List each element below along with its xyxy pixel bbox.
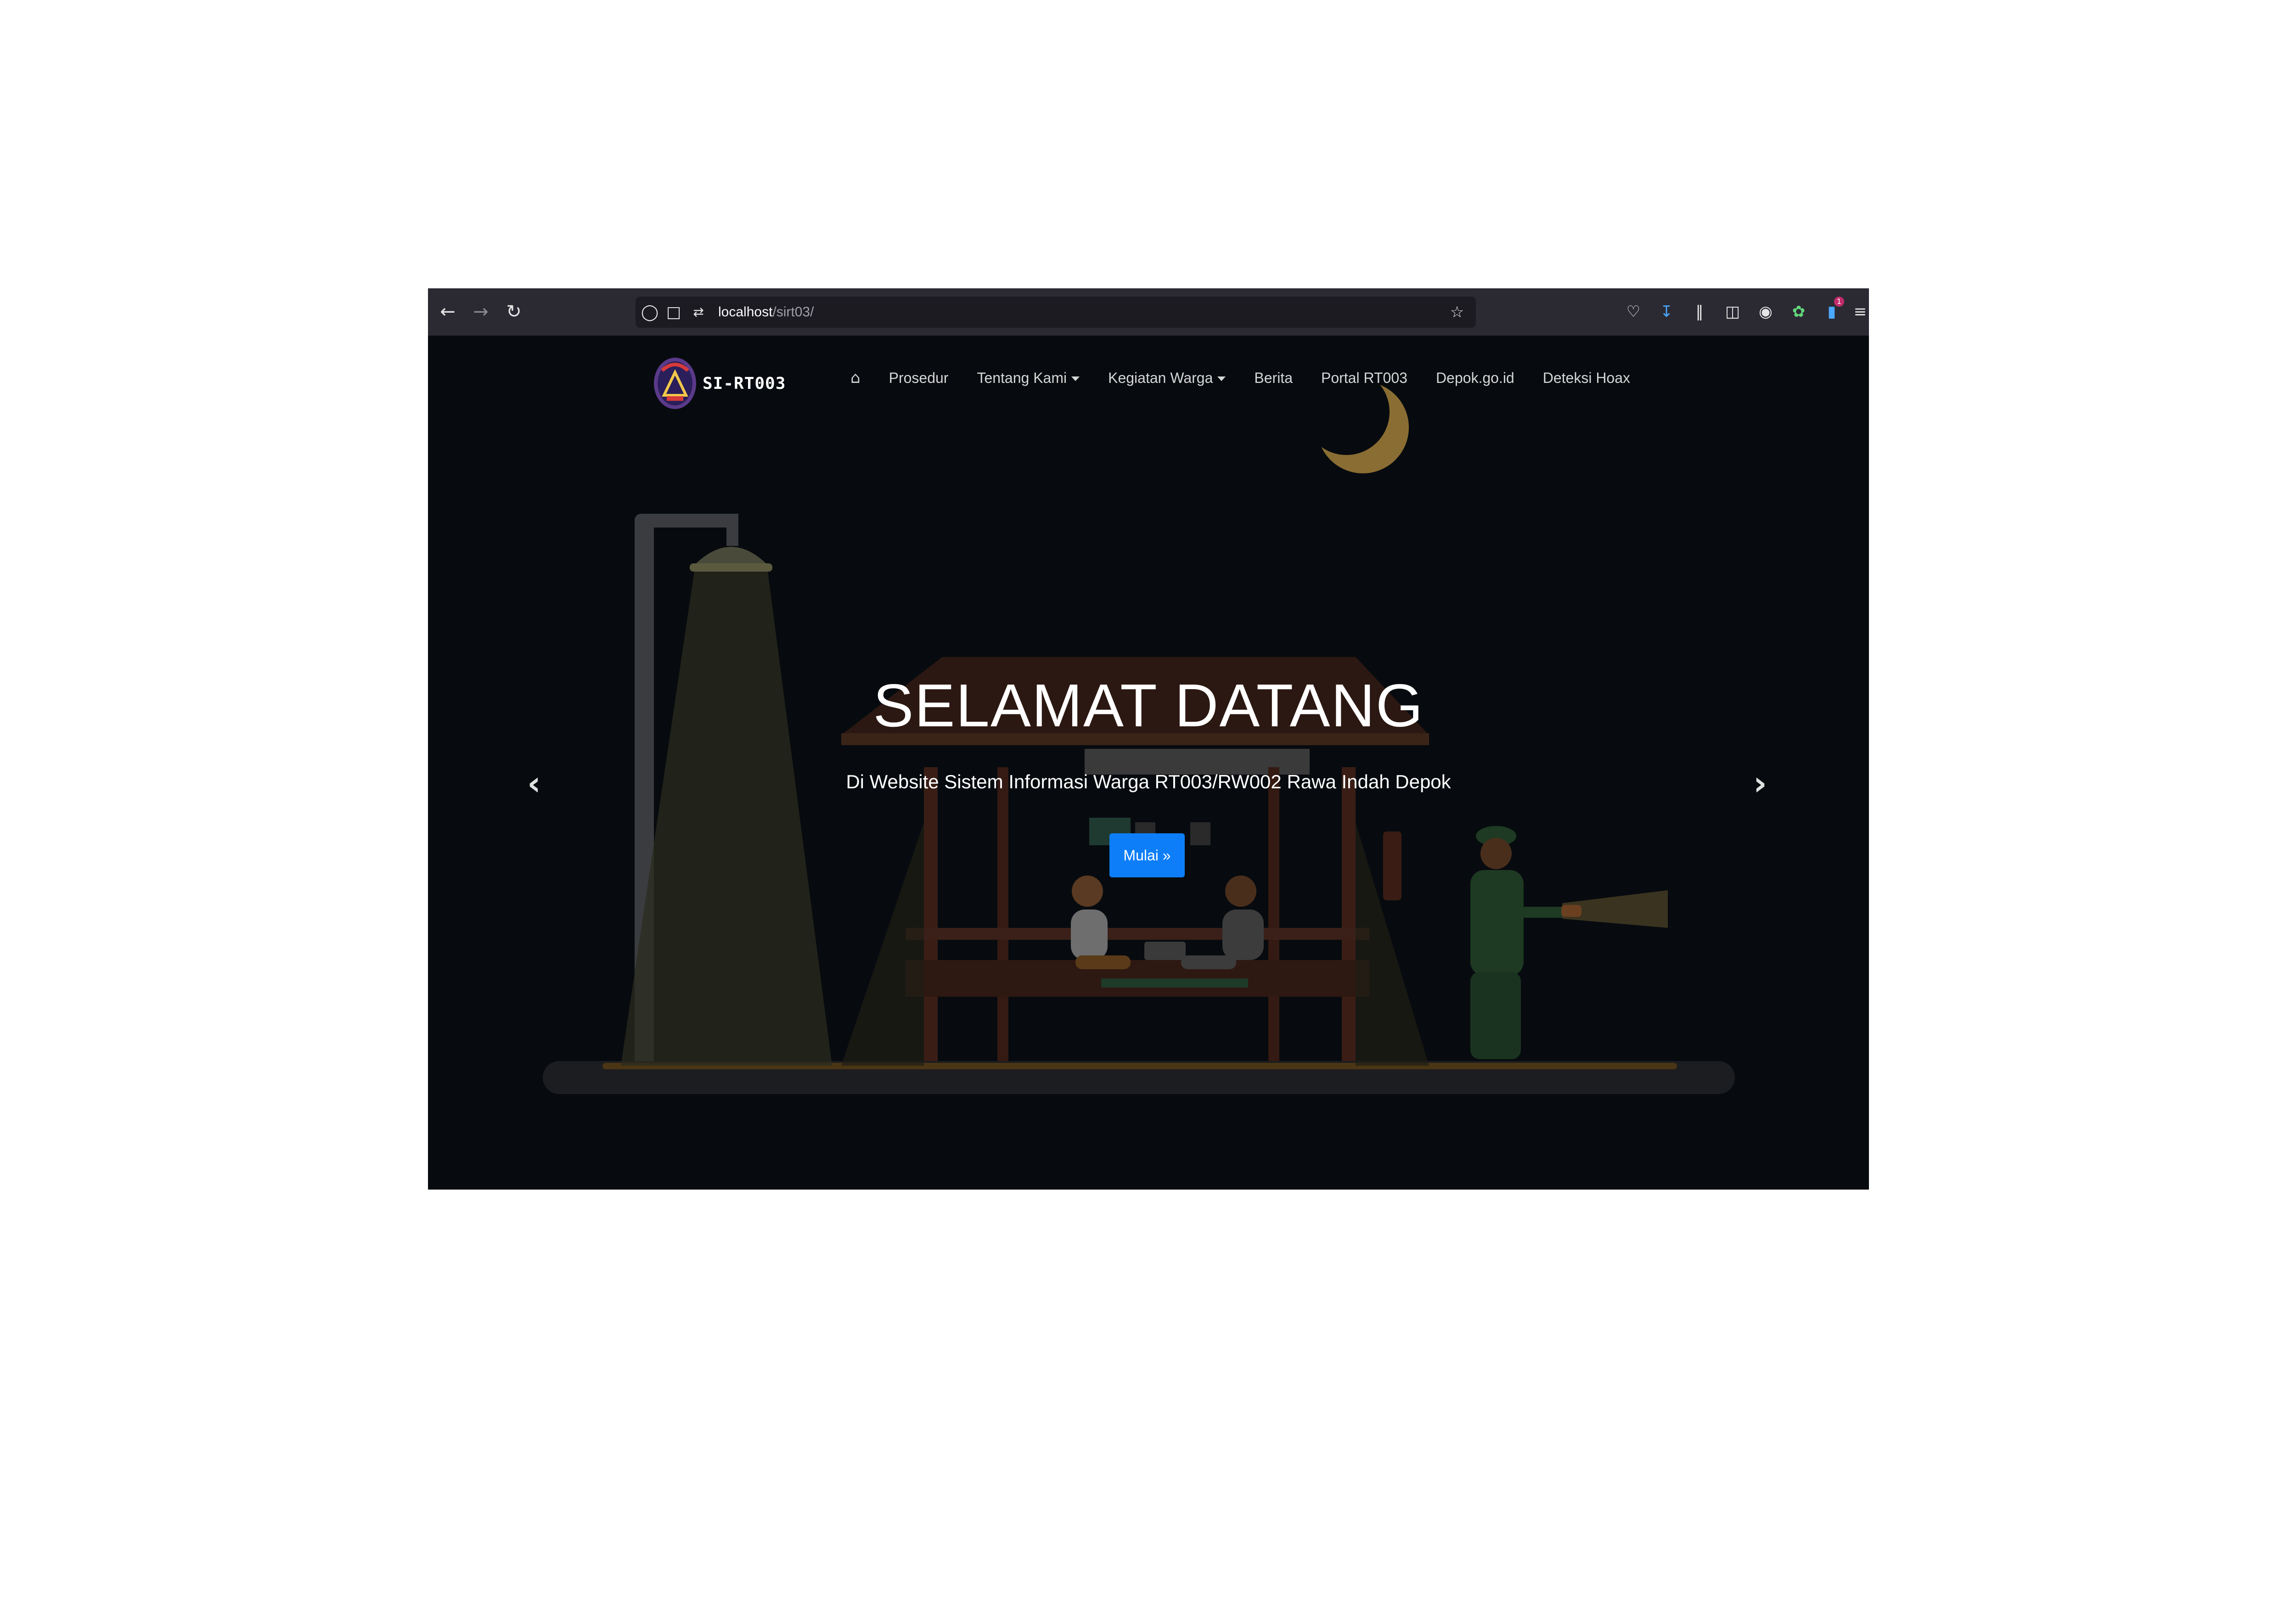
mulai-button[interactable]: Mulai »: [1109, 833, 1185, 877]
bookmark-star-icon[interactable]: ☆: [1446, 300, 1469, 324]
nav-portal-rt003[interactable]: Portal RT003: [1321, 370, 1407, 387]
carousel-next-icon[interactable]: ›: [1744, 763, 1776, 804]
web-page: SI-RT003 ⌂ Prosedur Tentang Kami Kegiata…: [428, 336, 1869, 1190]
nav-kegiatan-warga[interactable]: Kegiatan Warga: [1108, 370, 1226, 387]
nav-tentang-kami-label: Tentang Kami: [977, 369, 1067, 386]
nav-home-icon[interactable]: ⌂: [850, 369, 861, 387]
permissions-icon[interactable]: ⇄: [687, 300, 710, 324]
page-icon[interactable]: □: [662, 300, 685, 324]
download-icon[interactable]: ↧: [1655, 300, 1678, 323]
extension-mask-icon[interactable]: ◉: [1754, 300, 1777, 323]
extension-leaf-icon[interactable]: ✿: [1787, 300, 1810, 323]
pocket-icon[interactable]: ♡: [1622, 300, 1645, 323]
night-patrol-illustration: [543, 369, 1735, 1094]
extension-puzzle-icon[interactable]: ▮ 1: [1820, 297, 1844, 323]
sidebar-icon[interactable]: ◫: [1721, 300, 1744, 323]
library-icon[interactable]: ‖: [1688, 300, 1711, 323]
url-host: localhost: [718, 304, 773, 320]
nav-berita[interactable]: Berita: [1254, 370, 1293, 387]
caret-down-icon: [1217, 376, 1226, 382]
main-navigation: ⌂ Prosedur Tentang Kami Kegiatan Warga B…: [850, 369, 1630, 387]
browser-window: ← → ↻ ◯ □ ⇄ localhost/sirt03/ ☆ ♡ ↧ ‖ ◫ …: [428, 288, 1869, 1190]
brand-name: SI-RT003: [703, 374, 786, 393]
forward-arrow-icon[interactable]: →: [469, 300, 492, 323]
hero-subtitle: Di Website Sistem Informasi Warga RT003/…: [846, 771, 1451, 792]
hamburger-menu-icon[interactable]: ≡: [1849, 300, 1869, 323]
double-chevron-right-icon: »: [1162, 847, 1171, 864]
shield-icon[interactable]: ◯: [638, 300, 661, 324]
nav-prosedur[interactable]: Prosedur: [889, 370, 949, 387]
back-arrow-icon[interactable]: ←: [436, 300, 459, 323]
nav-kegiatan-warga-label: Kegiatan Warga: [1108, 369, 1213, 386]
mulai-button-label: Mulai: [1123, 847, 1159, 864]
reload-icon[interactable]: ↻: [502, 300, 525, 323]
carousel-prev-icon[interactable]: ‹: [518, 763, 550, 804]
extension-badge: 1: [1834, 297, 1844, 307]
address-bar[interactable]: ◯ □ ⇄ localhost/sirt03/ ☆: [636, 297, 1476, 328]
nav-deteksi-hoax[interactable]: Deteksi Hoax: [1543, 370, 1630, 387]
nav-tentang-kami[interactable]: Tentang Kami: [977, 370, 1080, 387]
rt-logo-icon: [654, 358, 696, 409]
site-brand[interactable]: SI-RT003: [653, 356, 786, 411]
browser-toolbar: ← → ↻ ◯ □ ⇄ localhost/sirt03/ ☆ ♡ ↧ ‖ ◫ …: [428, 288, 1869, 336]
hero-title: SELAMAT DATANG: [873, 672, 1424, 739]
url-text[interactable]: localhost/sirt03/: [718, 297, 814, 328]
nav-depok-go-id[interactable]: Depok.go.id: [1436, 370, 1514, 387]
caret-down-icon: [1071, 376, 1080, 382]
patrol-guard-icon: [1470, 826, 1668, 1059]
url-path: /sirt03/: [772, 304, 814, 320]
